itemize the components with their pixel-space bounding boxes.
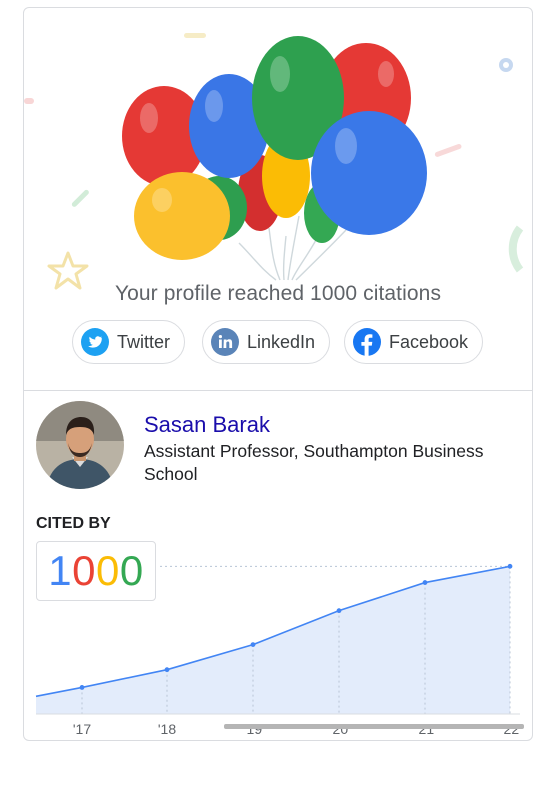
chart-data-point — [164, 667, 170, 673]
facebook-icon — [353, 328, 381, 356]
confetti-dash — [184, 33, 206, 38]
twitter-label: Twitter — [117, 331, 171, 352]
avatar[interactable] — [36, 401, 124, 489]
linkedin-icon — [211, 328, 239, 356]
profile-affiliation: Assistant Professor, Southampton Busines… — [144, 441, 484, 484]
share-twitter-button[interactable]: Twitter — [72, 320, 186, 364]
milestone-card: Your profile reached 1000 citations Twit… — [23, 7, 533, 741]
chart-area-fill — [36, 566, 510, 714]
chart-x-tick-label: '18 — [158, 721, 176, 737]
chart-data-point — [250, 642, 256, 647]
citations-chart: '17'18'19'20'21'22 — [35, 563, 520, 737]
citation-milestone-message: Your profile reached 1000 citations — [114, 282, 442, 305]
cited-by-label: CITED BY — [36, 515, 111, 532]
profile-name-link[interactable]: Sasan Barak — [144, 412, 270, 438]
share-facebook-button[interactable]: Facebook — [344, 320, 484, 364]
section-divider — [24, 390, 532, 391]
chart-horizontal-scrollbar[interactable] — [224, 724, 524, 729]
twitter-icon — [81, 328, 109, 356]
balloon-blue — [311, 111, 427, 235]
chart-data-point — [79, 685, 85, 690]
chart-data-point — [507, 563, 513, 569]
chart-data-point — [336, 608, 342, 614]
share-linkedin-button[interactable]: LinkedIn — [202, 320, 331, 364]
celebration-banner: Your profile reached 1000 citations Twit… — [24, 8, 532, 391]
facebook-label: Facebook — [389, 331, 469, 352]
profile-photo — [36, 401, 124, 489]
balloon-yellow — [134, 172, 230, 260]
chart-x-tick-label: '17 — [73, 721, 91, 737]
linkedin-label: LinkedIn — [247, 331, 316, 352]
chart-data-point — [422, 580, 428, 585]
